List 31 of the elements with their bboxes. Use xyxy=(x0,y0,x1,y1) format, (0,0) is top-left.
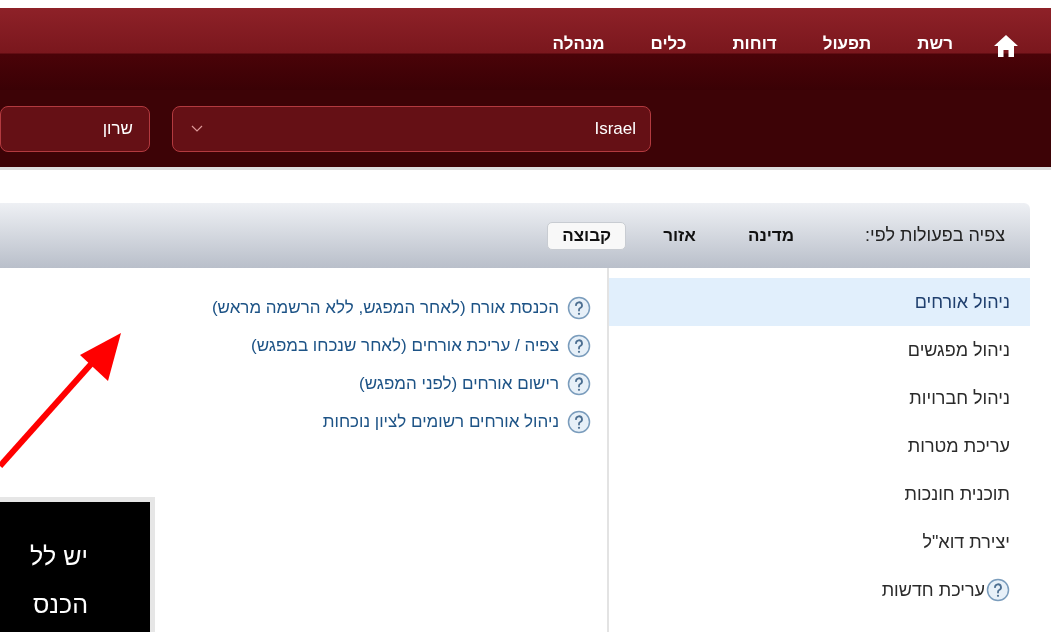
nav-menu-item[interactable]: תפעול xyxy=(776,34,872,54)
filter-tab[interactable]: מדינה xyxy=(732,221,810,250)
help-icon[interactable] xyxy=(986,578,1010,602)
filter-tab[interactable]: קבוצה xyxy=(547,221,627,250)
chevron-down-icon xyxy=(191,124,203,133)
nav-menu-item[interactable]: מנהלה xyxy=(506,34,605,54)
callout-text: יש לל xyxy=(29,541,88,572)
sidebar-item[interactable]: עריכת חדשות xyxy=(881,566,1030,614)
help-icon[interactable] xyxy=(567,334,591,358)
sidebar-item[interactable]: ניהול מפגשים xyxy=(907,326,1030,374)
filter-tab[interactable]: אזור xyxy=(648,221,711,250)
help-icon[interactable] xyxy=(567,372,591,396)
sidebar-item[interactable]: יצירת דוא"ל xyxy=(922,518,1030,566)
help-icon[interactable] xyxy=(567,296,591,320)
nav-menu-item[interactable]: דוחות xyxy=(686,34,777,54)
home-icon[interactable] xyxy=(993,34,1019,58)
country-dropdown[interactable]: Israel xyxy=(172,105,651,152)
nav-menu-item[interactable]: רשת xyxy=(871,34,953,54)
action-link[interactable]: רישום אורחים (לפני המפגש) xyxy=(359,374,559,394)
panel-title: צפיה בפעולות לפי: xyxy=(865,225,1005,246)
help-icon[interactable] xyxy=(567,410,591,434)
action-link[interactable]: הכנסת אורח (לאחר המפגש, ללא הרשמה מראש) xyxy=(211,298,559,318)
sidebar-item[interactable]: ניהול חברויות xyxy=(909,374,1030,422)
sidebar-item[interactable]: עריכת מטרות xyxy=(907,422,1030,470)
nav-menu-item[interactable]: כלים xyxy=(604,34,687,54)
sidebar-item[interactable]: ניהול אורחים xyxy=(609,278,1030,326)
callout-text: הכנס xyxy=(31,589,88,620)
region-field[interactable]: שרון xyxy=(0,105,150,152)
action-link[interactable]: צפיה / עריכת אורחים (לאחר שנכחו במפגש) xyxy=(250,336,559,356)
sidebar-item[interactable]: תוכנית חונכות xyxy=(904,470,1030,518)
action-link[interactable]: ניהול אורחים רשומים לציון נוכחות xyxy=(322,412,559,432)
